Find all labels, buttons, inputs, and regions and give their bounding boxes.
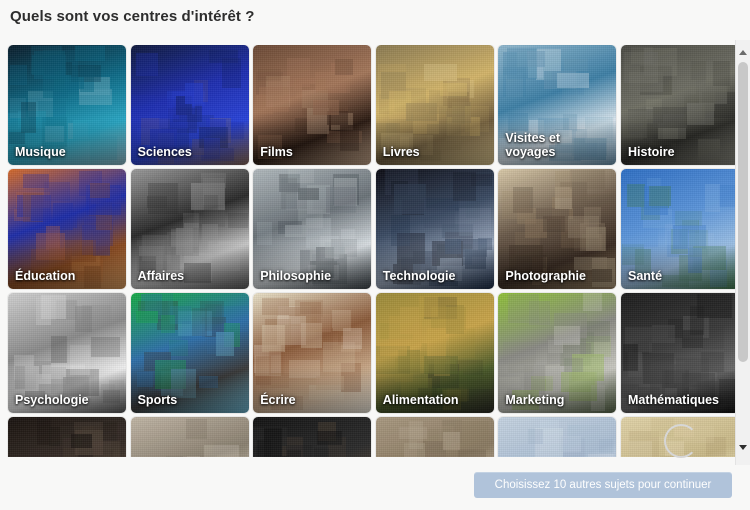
tile-artwork: [375, 417, 494, 457]
vertical-scrollbar[interactable]: [735, 40, 750, 465]
tile-artwork: [8, 169, 126, 289]
tile-artwork: [621, 293, 737, 413]
tile-artwork: [8, 45, 126, 165]
scroll-down-arrow-icon[interactable]: [736, 441, 750, 455]
tile-artwork: [8, 417, 126, 457]
tile-artwork: [253, 417, 372, 457]
continue-button[interactable]: Choisissez 10 autres sujets pour continu…: [474, 472, 732, 498]
interest-tile-photographie[interactable]: Photographie: [498, 169, 617, 289]
interest-tile-mathematiques[interactable]: Mathématiques: [621, 293, 737, 413]
interest-tile-marketing[interactable]: Marketing: [498, 293, 617, 413]
tile-artwork: [621, 169, 737, 289]
tile-artwork: [375, 293, 494, 413]
page-title: Quels sont vos centres d'intérêt ?: [10, 8, 255, 25]
interest-tile-partial[interactable]: [498, 417, 617, 457]
interest-tile-visites-et-voyages[interactable]: Visites et voyages: [498, 45, 617, 165]
tile-artwork: [130, 293, 249, 413]
tile-artwork: [498, 293, 617, 413]
scrollbar-thumb[interactable]: [738, 62, 748, 362]
interest-tile-partial[interactable]: [130, 417, 249, 457]
tile-artwork: [253, 293, 372, 413]
interests-selection-screen: Quels sont vos centres d'intérêt ? Musiq…: [0, 0, 750, 510]
tile-artwork: [130, 45, 249, 165]
interest-tile-sciences[interactable]: Sciences: [130, 45, 249, 165]
interest-tile-musique[interactable]: Musique: [8, 45, 126, 165]
tile-artwork: [253, 45, 372, 165]
interest-tile-affaires[interactable]: Affaires: [130, 169, 249, 289]
tile-artwork: [253, 169, 372, 289]
interest-tile-ecrire[interactable]: Écrire: [253, 293, 372, 413]
tile-artwork: [621, 45, 737, 165]
interest-tile-livres[interactable]: Livres: [375, 45, 494, 165]
tile-artwork: [375, 169, 494, 289]
interest-tile-alimentation[interactable]: Alimentation: [375, 293, 494, 413]
interest-tile-psychologie[interactable]: Psychologie: [8, 293, 126, 413]
interest-tile-technologie[interactable]: Technologie: [375, 169, 494, 289]
interest-tile-histoire[interactable]: Histoire: [621, 45, 737, 165]
interest-tile-partial[interactable]: [253, 417, 372, 457]
grid-bottom-fade: [0, 457, 737, 471]
tile-artwork: [498, 169, 617, 289]
interest-tile-philosophie[interactable]: Philosophie: [253, 169, 372, 289]
interest-tile-partial[interactable]: [8, 417, 126, 457]
loading-spinner-icon: [664, 424, 698, 458]
interest-tile-films[interactable]: Films: [253, 45, 372, 165]
interest-tile-education[interactable]: Éducation: [8, 169, 126, 289]
interests-grid-viewport: Musique Sciences Films Livres Visites et voy…: [0, 45, 737, 457]
tile-artwork: [498, 45, 617, 165]
tile-artwork: [130, 169, 249, 289]
tile-artwork: [498, 417, 617, 457]
tile-artwork: [8, 293, 126, 413]
scroll-up-arrow-icon[interactable]: [736, 46, 750, 60]
tile-artwork: [375, 45, 494, 165]
interest-tile-sante[interactable]: Santé: [621, 169, 737, 289]
tile-artwork: [130, 417, 249, 457]
interest-tile-sports[interactable]: Sports: [130, 293, 249, 413]
interest-tile-partial[interactable]: [375, 417, 494, 457]
